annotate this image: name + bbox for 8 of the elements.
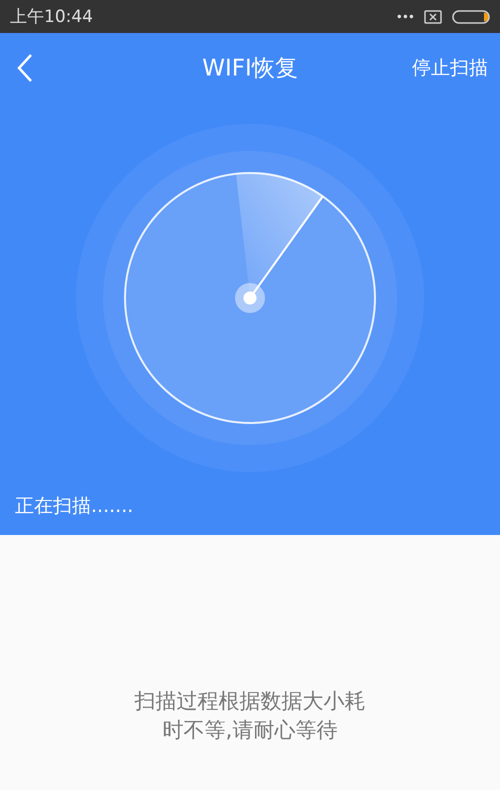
- more-dots: •••: [396, 10, 414, 24]
- sim-icon: [424, 10, 442, 24]
- status-time: 上午10:44: [10, 6, 94, 28]
- battery-icon: [452, 10, 490, 24]
- page-title: WIFI恢复: [202, 54, 298, 84]
- scan-status: 正在扫描.......: [14, 494, 134, 519]
- hint-text: 扫描过程根据数据大小耗 时不等,请耐心等待: [134, 688, 366, 744]
- stop-scan-button[interactable]: 停止扫描: [412, 55, 488, 81]
